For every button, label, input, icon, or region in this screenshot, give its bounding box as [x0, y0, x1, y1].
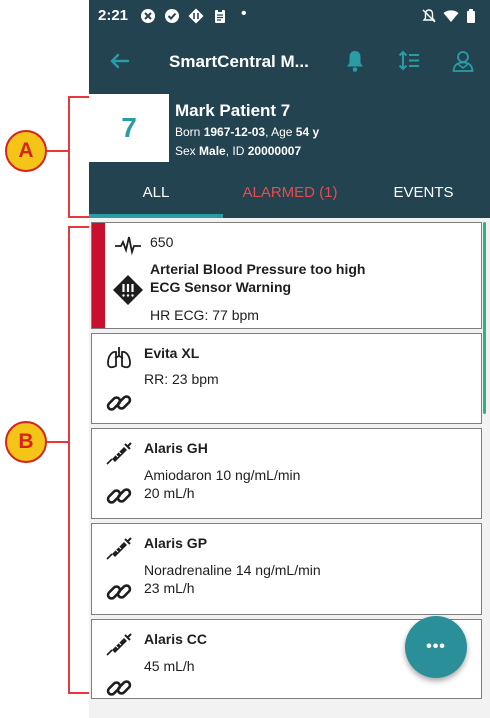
link-icon [106, 488, 132, 504]
phone-screen: 2:21 • SmartCentral M... 7 Mark Patient … [89, 0, 490, 718]
born-label: Born [175, 125, 201, 139]
birth-date: 1967-12-03 [203, 125, 266, 139]
alarm-message: Arterial Blood Pressure too high [150, 261, 366, 277]
callout-a-bracket-top [68, 96, 89, 98]
tab-alarmed-label: ALARMED (1) [242, 183, 338, 201]
tab-selected-indicator [89, 214, 223, 218]
wifi-icon [443, 10, 459, 22]
notifications-off-icon [422, 9, 436, 23]
flow-rate: 45 mL/h [144, 658, 195, 674]
id-label: , ID [225, 144, 245, 158]
callout-b-bracket-bottom [68, 692, 89, 694]
device-card-evita-xl[interactable]: Evita XL RR: 23 bpm [91, 333, 482, 424]
callout-b-bracket-vertical [68, 226, 70, 694]
callout-b-bracket-top [68, 226, 89, 228]
flow-rate: 23 mL/h [144, 580, 195, 596]
flow-rate: 20 mL/h [144, 485, 195, 501]
link-icon [106, 680, 132, 696]
parameter-value: HR ECG: 77 bpm [150, 307, 259, 323]
more-dots-icon: ••• [426, 638, 446, 655]
drug-rate: Amiodaron 10 ng/mL/min [144, 467, 301, 483]
device-card-650[interactable]: 650 Arterial Blood Pressure too high ECG… [91, 222, 482, 329]
device-card-alaris-gh[interactable]: Alaris GH Amiodaron 10 ng/mL/min 20 mL/h [91, 428, 482, 519]
device-name: Alaris GH [144, 440, 208, 456]
callout-b-label: B [18, 430, 34, 453]
bed-number: 7 [89, 94, 169, 162]
app-bar: SmartCentral M... [89, 32, 490, 90]
syringe-icon [106, 633, 132, 656]
tab-all-label: ALL [142, 183, 170, 201]
tab-alarmed[interactable]: ALARMED (1) [223, 166, 357, 218]
link-icon [106, 395, 132, 411]
age-label: , Age [265, 125, 293, 139]
app-title: SmartCentral M... [169, 52, 309, 71]
callout-a-bracket-bottom [68, 216, 89, 218]
device-card-alaris-gp[interactable]: Alaris GP Noradrenaline 14 ng/mL/min 23 … [91, 523, 482, 615]
sort-icon[interactable] [396, 48, 422, 74]
patient-sex-id: Sex Male, ID 20000007 [175, 144, 301, 158]
callout-b-pointer [44, 441, 70, 443]
status-bar: 2:21 • [89, 0, 490, 32]
alarm-message: ECG Sensor Warning [150, 279, 292, 295]
syringe-icon [106, 442, 132, 465]
callout-b-badge: B [5, 421, 47, 463]
tab-events[interactable]: EVENTS [357, 166, 490, 218]
syringe-icon [106, 537, 132, 560]
patient-sex: Male [199, 144, 226, 158]
patient-birth-age: Born 1967-12-03, Age 54 y [175, 125, 319, 139]
callout-a-bracket-vertical [68, 96, 70, 218]
patient-header[interactable]: 7 Mark Patient 7 Born 1967-12-03, Age 54… [89, 90, 490, 166]
device-name: Alaris CC [144, 631, 208, 647]
parameter-value: RR: 23 bpm [144, 371, 219, 387]
device-name: Alaris GP [144, 535, 208, 551]
callout-a-pointer [44, 150, 70, 152]
callout-a-label: A [18, 139, 34, 162]
lungs-icon [107, 347, 131, 369]
status-dot: • [241, 5, 247, 22]
navigation-diamond-icon [188, 8, 204, 24]
patient-name: Mark Patient 7 [175, 101, 291, 120]
bell-icon[interactable] [342, 48, 368, 74]
more-options-fab[interactable]: ••• [405, 616, 467, 678]
scrollbar[interactable] [483, 222, 486, 414]
sex-label: Sex [175, 144, 196, 158]
alarm-indicator-bar [92, 223, 105, 328]
link-icon [106, 584, 132, 600]
clipboard-icon [215, 9, 225, 23]
close-circle-icon [141, 9, 155, 23]
warning-diamond-icon [113, 275, 143, 305]
tab-events-label: EVENTS [393, 183, 454, 201]
tab-bar: ALL ALARMED (1) EVENTS [89, 166, 490, 218]
device-name: 650 [150, 234, 174, 250]
drug-rate: Noradrenaline 14 ng/mL/min [144, 562, 321, 578]
ecg-heartbeat-icon [115, 236, 141, 256]
battery-icon [467, 9, 475, 23]
patient-age: 54 y [295, 125, 320, 139]
callout-a-badge: A [5, 130, 47, 172]
tab-all[interactable]: ALL [89, 166, 223, 218]
patient-icon[interactable] [450, 48, 476, 74]
device-name: Evita XL [144, 345, 200, 361]
back-arrow-icon[interactable] [107, 48, 133, 74]
check-circle-icon [165, 9, 179, 23]
status-time: 2:21 [98, 7, 129, 24]
patient-id: 20000007 [247, 144, 302, 158]
